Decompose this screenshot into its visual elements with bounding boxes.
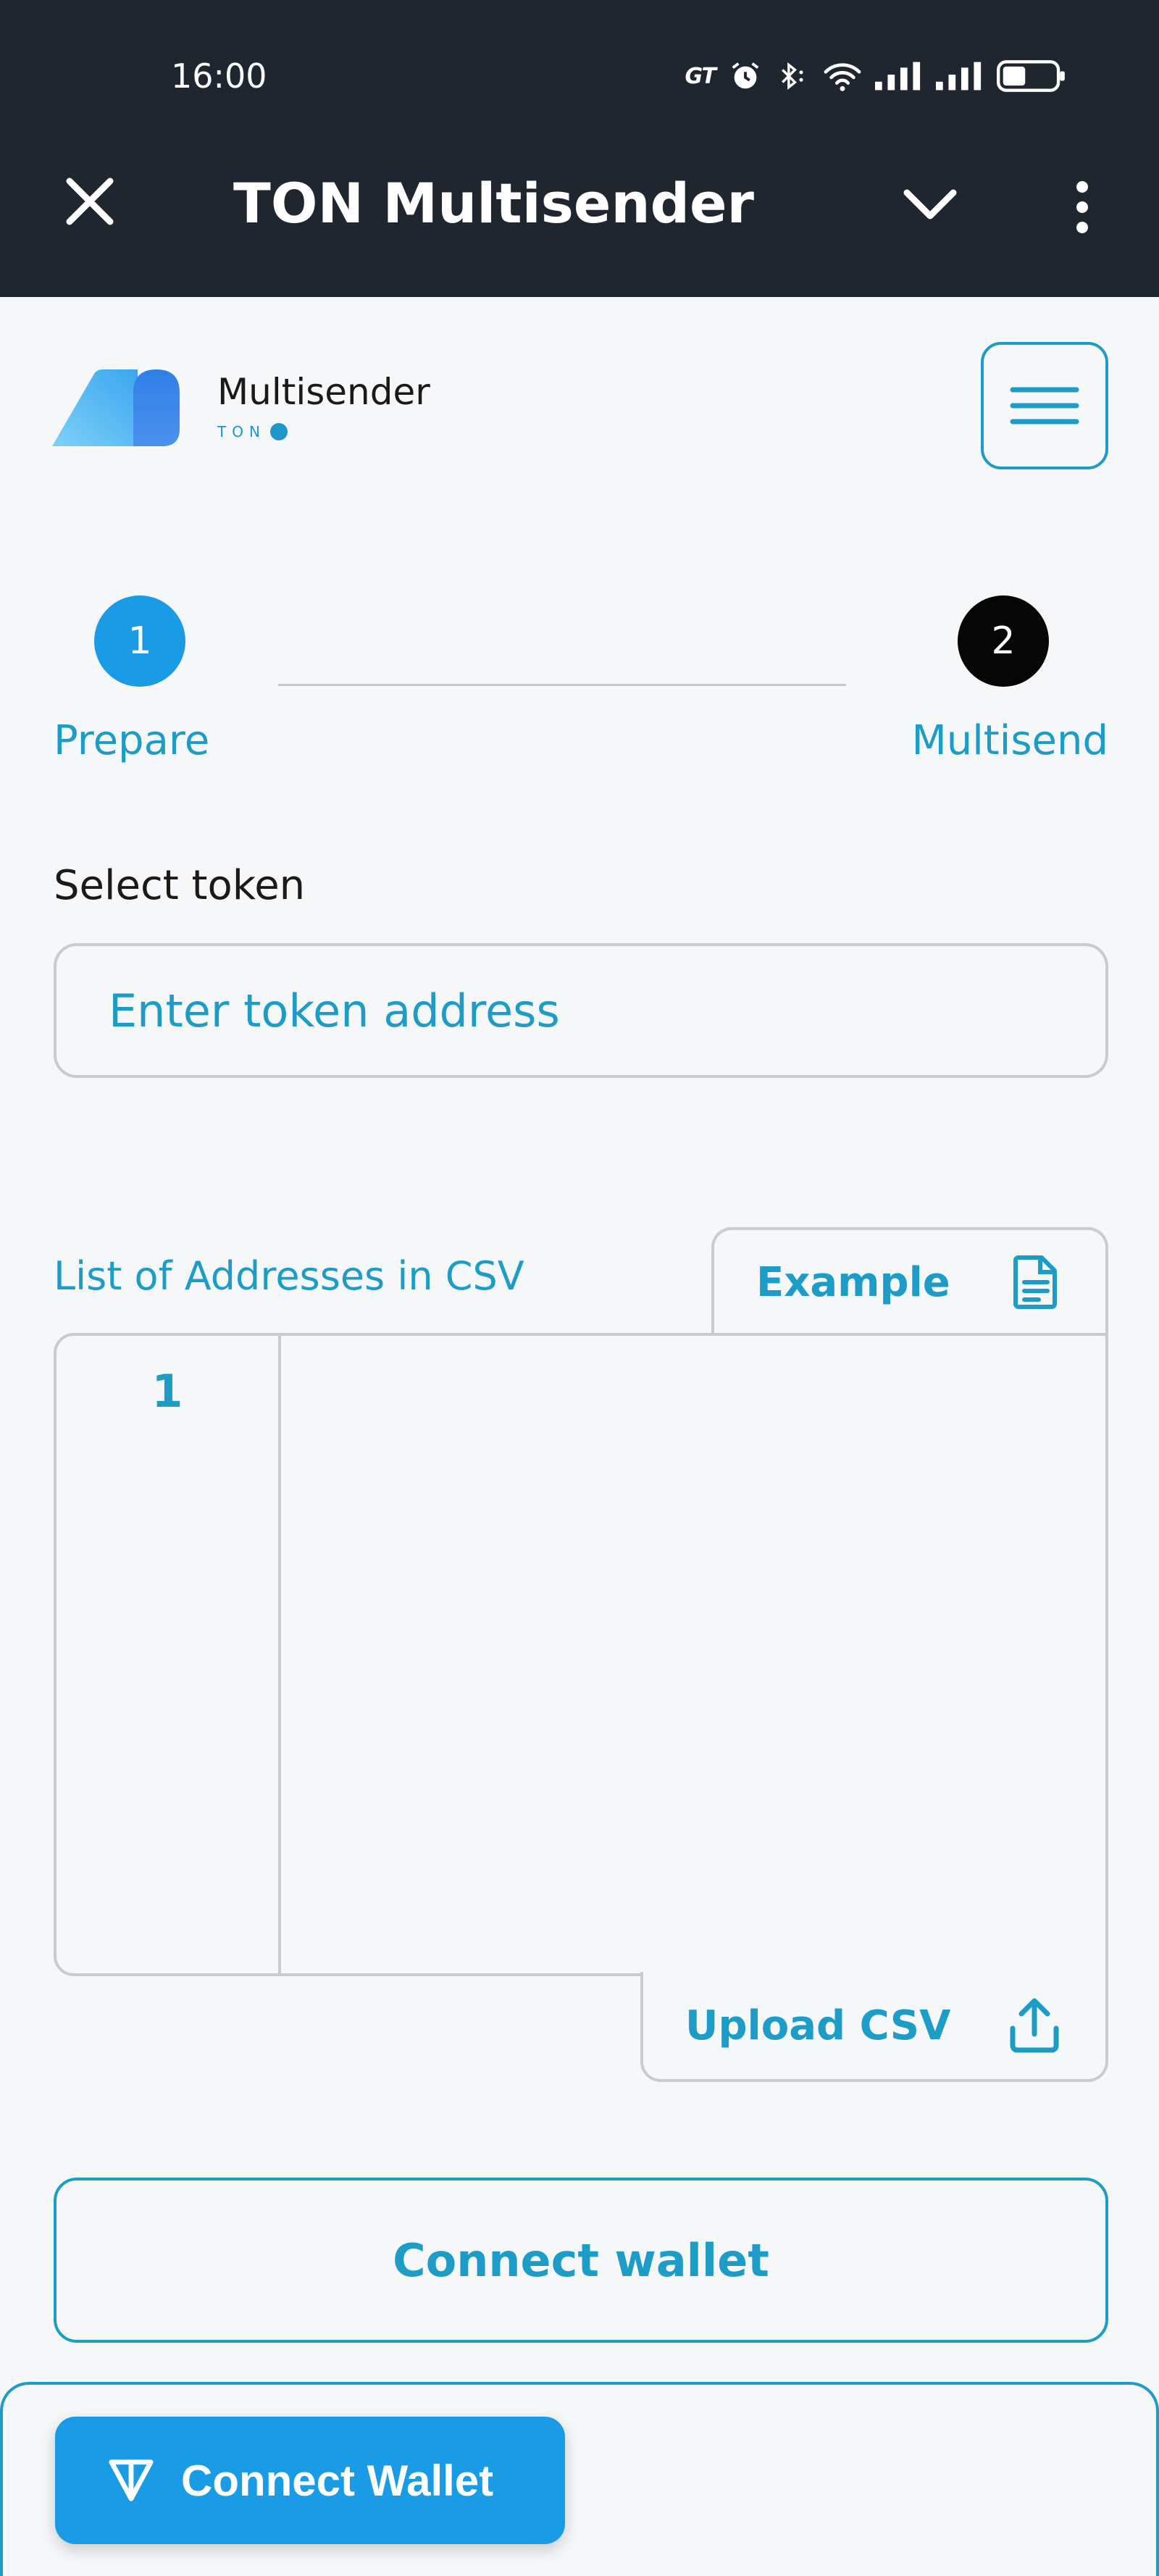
brand-sub-label: TON — [217, 423, 266, 440]
csv-text-area[interactable] — [281, 1336, 1105, 1973]
brand-name: Multisender — [217, 371, 430, 413]
step-2-circle: 2 — [958, 595, 1049, 687]
step-2-label: Multisend — [911, 717, 1108, 764]
brand-sub: TON — [217, 423, 430, 440]
chevron-down-icon[interactable] — [901, 184, 959, 227]
ton-logo-icon — [109, 2459, 154, 2501]
connect-wallet-button[interactable]: Connect wallet — [54, 2178, 1108, 2343]
step-connector — [278, 684, 846, 686]
ton-icon — [269, 423, 288, 440]
carrier-tag: GT — [685, 63, 716, 89]
example-label: Example — [756, 1258, 950, 1306]
status-time: 16:00 — [171, 57, 267, 96]
upload-icon — [1010, 1998, 1059, 2053]
bluetooth-icon — [782, 62, 803, 90]
hamburger-icon — [1010, 387, 1079, 425]
alarm-icon — [732, 62, 759, 89]
multisender-logo — [52, 369, 180, 446]
document-icon — [1013, 1255, 1057, 1309]
step-1-circle: 1 — [94, 595, 185, 687]
wifi-icon — [824, 63, 861, 91]
line-number-gutter: 1 — [57, 1336, 281, 1973]
close-icon[interactable] — [61, 172, 119, 230]
status-icons: GT — [685, 58, 1066, 94]
example-button[interactable]: Example — [711, 1227, 1108, 1334]
ton-connect-label: Connect Wallet — [181, 2456, 494, 2505]
battery-icon — [997, 60, 1065, 92]
ton-connect-button[interactable]: Connect Wallet — [55, 2417, 565, 2544]
select-token-label: Select token — [54, 862, 306, 909]
line-number: 1 — [151, 1365, 183, 1418]
token-address-input[interactable] — [54, 943, 1108, 1078]
app-header: 16:00 GT TON Multisender — [0, 0, 1159, 297]
csv-label: List of Addresses in CSV — [54, 1253, 524, 1299]
step-1-label: Prepare — [54, 717, 210, 764]
signal-icon-2 — [936, 62, 982, 91]
upload-csv-label: Upload CSV — [685, 2002, 951, 2049]
more-menu-icon[interactable] — [1068, 178, 1097, 236]
signal-icon — [875, 62, 921, 91]
brand: Multisender TON — [217, 371, 430, 440]
upload-csv-button[interactable]: Upload CSV — [640, 1972, 1108, 2082]
window-title: TON Multisender — [233, 171, 754, 235]
hamburger-menu-button[interactable] — [981, 342, 1108, 469]
csv-editor[interactable]: 1 — [54, 1333, 1108, 1976]
